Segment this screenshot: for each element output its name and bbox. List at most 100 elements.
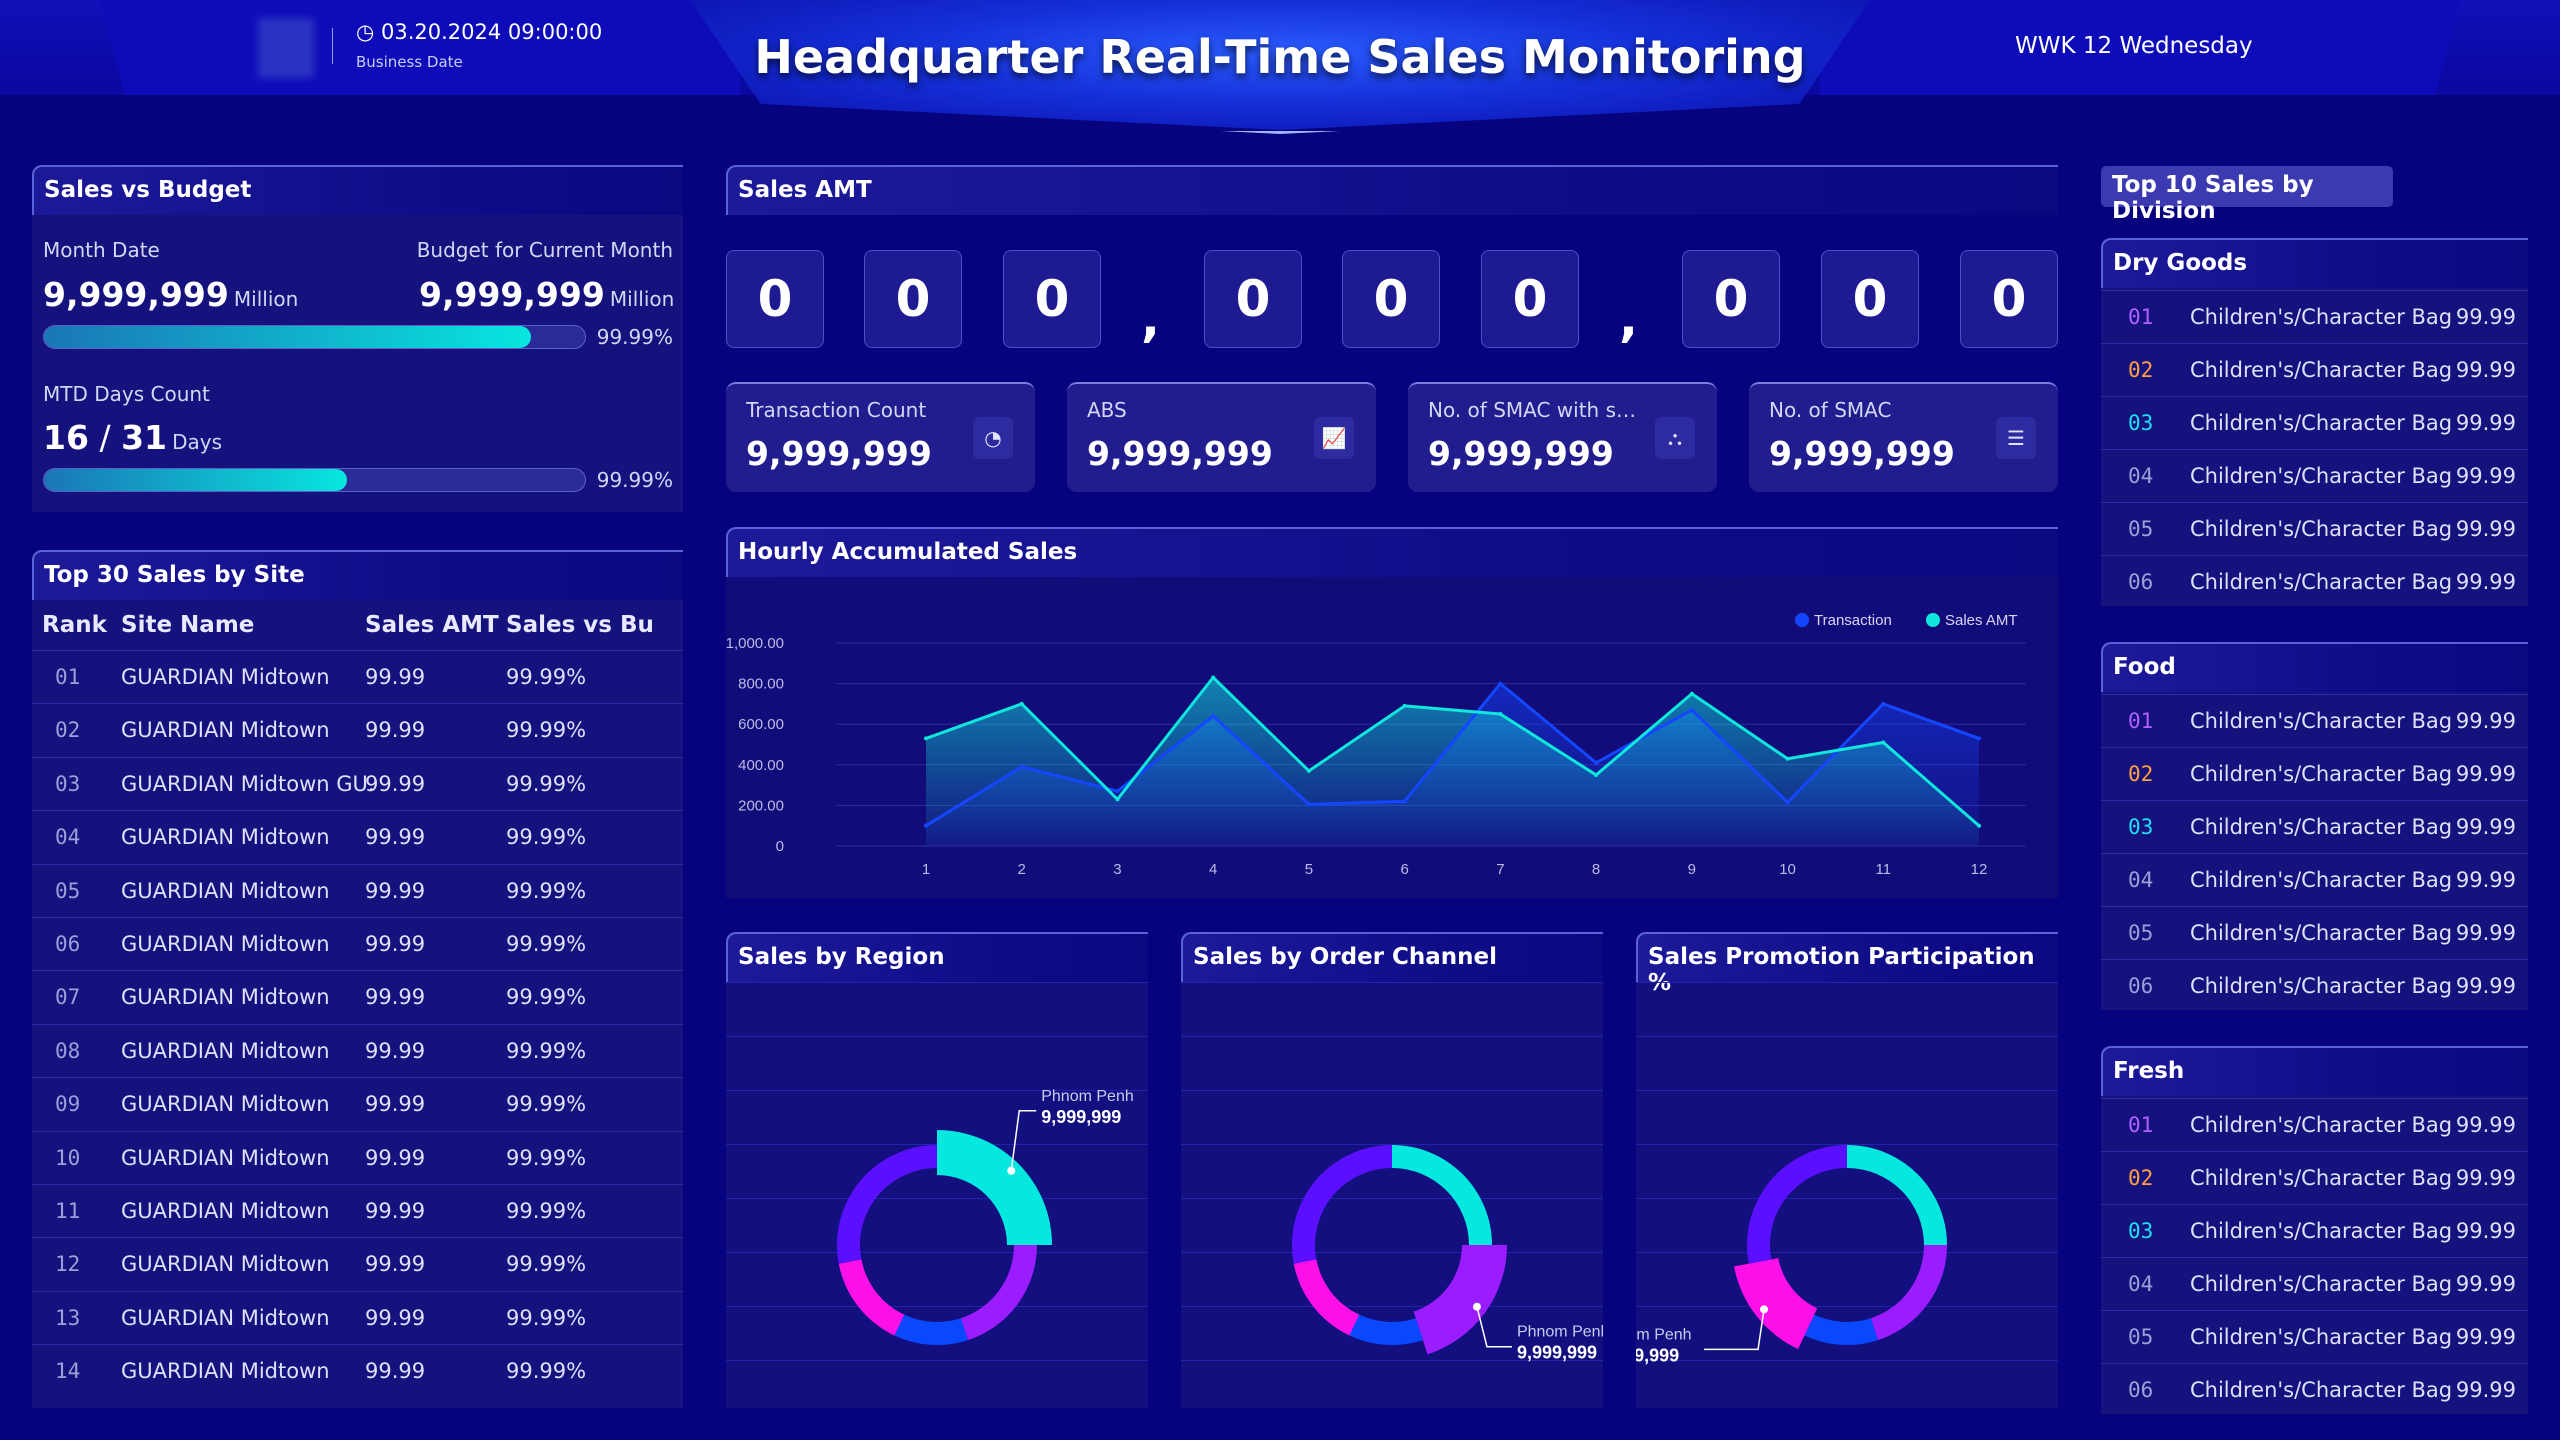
bar-list-icon: ☰ xyxy=(1996,417,2036,459)
site-name: GUARDIAN Midtown GU. xyxy=(121,771,375,796)
sales-vs-budget: 99.99% xyxy=(506,665,587,689)
column-site-name[interactable]: Site Name xyxy=(121,612,254,638)
donut-segment xyxy=(937,1130,1052,1245)
sales-amt: 99.99 xyxy=(365,1145,426,1170)
site-name: GUARDIAN Midtown xyxy=(121,1305,330,1330)
table-row[interactable]: 14 GUARDIAN Midtown 99.99 99.99% xyxy=(32,1344,683,1397)
list-item[interactable]: 03 Children's/Character Bag 99.99 xyxy=(2101,396,2528,449)
donut-segment xyxy=(1413,1245,1507,1355)
site-name: GUARDIAN Midtown xyxy=(121,718,330,743)
donut-panel: Sales by Order Channel Phnom Penh 9,999,99… xyxy=(1181,932,1609,1408)
list-item[interactable]: 06 Children's/Character Bag 99.99 xyxy=(2101,555,2528,608)
sales-amt: 99.99 xyxy=(365,985,426,1010)
table-row[interactable]: 11 GUARDIAN Midtown 99.99 99.99% xyxy=(32,1184,683,1237)
list-item[interactable]: 05 Children's/Character Bag 99.99 xyxy=(2101,1310,2528,1363)
budget-value: 9,999,999 xyxy=(419,275,605,314)
rank: 10 xyxy=(55,1145,81,1170)
panel-title: Hourly Accumulated Sales xyxy=(726,527,2058,577)
rank: 14 xyxy=(55,1359,81,1384)
panel-title: Sales vs Budget xyxy=(32,165,683,215)
rank: 13 xyxy=(55,1305,81,1330)
data-point xyxy=(1306,768,1311,773)
division-panel-dry-goods: Dry Goods 01 Children's/Character Bag 99.99… xyxy=(2101,238,2528,606)
list-item[interactable]: 02 Children's/Character Bag 99.99 xyxy=(2101,343,2528,396)
table-row[interactable]: 12 GUARDIAN Midtown 99.99 99.99% xyxy=(32,1237,683,1290)
rank: 06 xyxy=(2128,1378,2154,1402)
panel-title: Top 30 Sales by Site xyxy=(32,550,683,600)
site-name: GUARDIAN Midtown xyxy=(121,1252,330,1277)
site-name: GUARDIAN Midtown xyxy=(121,932,330,956)
list-item[interactable]: 02 Children's/Character Bag 99.99 xyxy=(2101,747,2528,800)
list-item[interactable]: 06 Children's/Character Bag 99.99 xyxy=(2101,959,2528,1012)
list-item[interactable]: 03 Children's/Character Bag 99.99 xyxy=(2101,800,2528,853)
data-point xyxy=(924,736,928,741)
item-value: 99.99 xyxy=(2455,1378,2516,1402)
donut-label-value: 9,999,999 xyxy=(1041,1107,1121,1127)
table-row[interactable]: 01 GUARDIAN Midtown 99.99 99.99% xyxy=(32,650,683,703)
item-value: 99.99 xyxy=(2455,358,2516,382)
rank: 01 xyxy=(2128,1113,2154,1137)
list-item[interactable]: 01 Children's/Character Bag 99.99 xyxy=(2101,694,2528,747)
data-point xyxy=(1115,797,1120,802)
table-row[interactable]: 03 GUARDIAN Midtown GU. 99.99 99.99% xyxy=(32,756,683,810)
table-row[interactable]: 02 GUARDIAN Midtown 99.99 99.99% xyxy=(32,703,683,756)
mtd-separator: / xyxy=(99,418,111,457)
table-row[interactable]: 05 GUARDIAN Midtown 99.99 99.99% xyxy=(32,863,683,917)
budget-progress-fill xyxy=(44,326,531,348)
data-point xyxy=(1402,799,1407,804)
data-point xyxy=(1977,736,1981,741)
table-row[interactable]: 10 GUARDIAN Midtown 99.99 99.99% xyxy=(32,1130,683,1184)
item-value: 99.99 xyxy=(2455,1272,2516,1296)
rank: 03 xyxy=(2128,815,2154,839)
site-table-body: 01 GUARDIAN Midtown 99.99 99.99% 02 GUARDIAN … xyxy=(32,650,683,1408)
site-name: GUARDIAN Midtown xyxy=(121,878,330,903)
table-row[interactable]: 09 GUARDIAN Midtown 99.99 99.99% xyxy=(32,1077,683,1130)
month-date-label: Month Date xyxy=(43,238,160,262)
rank: 02 xyxy=(55,718,81,743)
x-tick-label: 7 xyxy=(1496,861,1504,878)
sales-vs-budget-panel: Sales vs Budget Month Date 9,999,999 Mil… xyxy=(32,165,683,512)
column-sales-amt[interactable]: Sales AMT xyxy=(365,612,499,638)
item-value: 99.99 xyxy=(2455,464,2516,488)
panel-title: Dry Goods xyxy=(2101,238,2528,288)
sales-amt: 99.99 xyxy=(365,1252,426,1277)
table-row[interactable]: 06 GUARDIAN Midtown 99.99 99.99% xyxy=(32,917,683,970)
mtd-days-label: MTD Days Count xyxy=(43,382,210,406)
table-row[interactable]: 04 GUARDIAN Midtown 99.99 99.99% xyxy=(32,810,683,863)
list-item[interactable]: 02 Children's/Character Bag 99.99 xyxy=(2101,1151,2528,1204)
site-name: GUARDIAN Midtown xyxy=(121,985,330,1010)
item-value: 99.99 xyxy=(2455,305,2516,329)
sales-amt: 99.99 xyxy=(365,718,426,743)
item-value: 99.99 xyxy=(2455,762,2516,786)
x-tick-label: 8 xyxy=(1592,861,1600,878)
rank: 02 xyxy=(2128,1166,2154,1190)
column-rank[interactable]: Rank xyxy=(42,612,107,638)
legend-swatch xyxy=(1795,613,1809,627)
digit-box: 0 xyxy=(1342,250,1440,348)
list-item[interactable]: 04 Children's/Character Bag 99.99 xyxy=(2101,853,2528,906)
item-name: Children's/Character Bag xyxy=(2190,921,2453,945)
list-item[interactable]: 05 Children's/Character Bag 99.99 xyxy=(2101,906,2528,959)
column-sales-vs-budget[interactable]: Sales vs Bu xyxy=(506,612,654,638)
list-item[interactable]: 01 Children's/Character Bag 99.99 xyxy=(2101,1098,2528,1151)
table-row[interactable]: 08 GUARDIAN Midtown 99.99 99.99% xyxy=(32,1023,683,1077)
sales-vs-budget: 99.99% xyxy=(506,1092,587,1117)
table-row[interactable]: 13 GUARDIAN Midtown 99.99 99.99% xyxy=(32,1290,683,1344)
business-datetime: ◷ 03.20.2024 09:00:00 xyxy=(356,20,603,44)
sales-vs-budget: 99.99% xyxy=(506,1199,587,1223)
list-item[interactable]: 03 Children's/Character Bag 99.99 xyxy=(2101,1204,2528,1257)
budget-progress-bar xyxy=(43,325,586,349)
rank: 03 xyxy=(2128,411,2154,435)
sales-vs-budget: 99.99% xyxy=(506,1359,587,1384)
list-item[interactable]: 01 Children's/Character Bag 99.99 xyxy=(2101,290,2528,343)
site-name: GUARDIAN Midtown xyxy=(121,1092,330,1117)
list-item[interactable]: 04 Children's/Character Bag 99.99 xyxy=(2101,449,2528,502)
list-item[interactable]: 06 Children's/Character Bag 99.99 xyxy=(2101,1363,2528,1416)
list-item[interactable]: 04 Children's/Character Bag 99.99 xyxy=(2101,1257,2528,1310)
table-row[interactable]: 07 GUARDIAN Midtown 99.99 99.99% xyxy=(32,970,683,1023)
donut-segment xyxy=(1804,1314,1878,1345)
item-name: Children's/Character Bag xyxy=(2190,358,2453,382)
list-item[interactable]: 05 Children's/Character Bag 99.99 xyxy=(2101,502,2528,555)
business-date-label: Business Date xyxy=(356,53,463,71)
donut-segment xyxy=(894,1314,968,1345)
